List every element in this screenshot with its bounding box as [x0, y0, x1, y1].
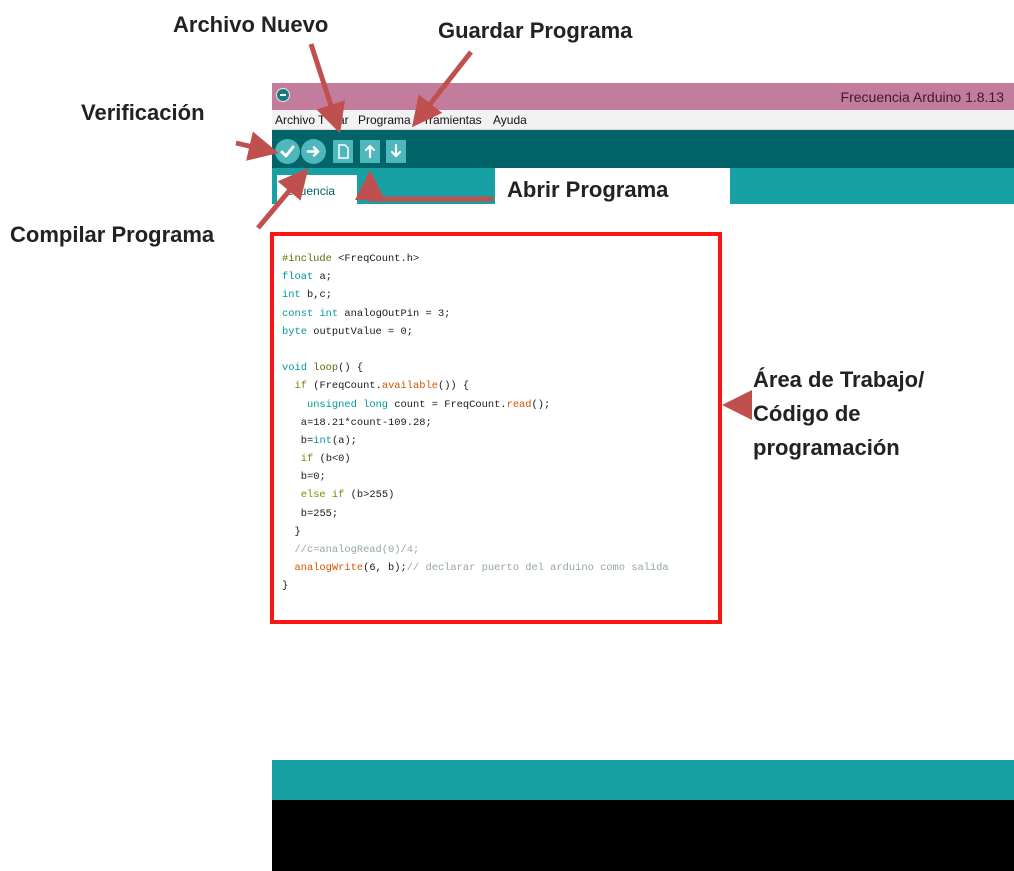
arrow-compilar-programa	[256, 168, 309, 230]
annotation-arrows	[235, 43, 753, 420]
arrow-guardar-programa	[411, 50, 473, 128]
arrow-archivo-nuevo	[308, 43, 346, 134]
arrow-abrir-programa	[355, 170, 493, 202]
arrow-verificacion	[235, 131, 279, 161]
